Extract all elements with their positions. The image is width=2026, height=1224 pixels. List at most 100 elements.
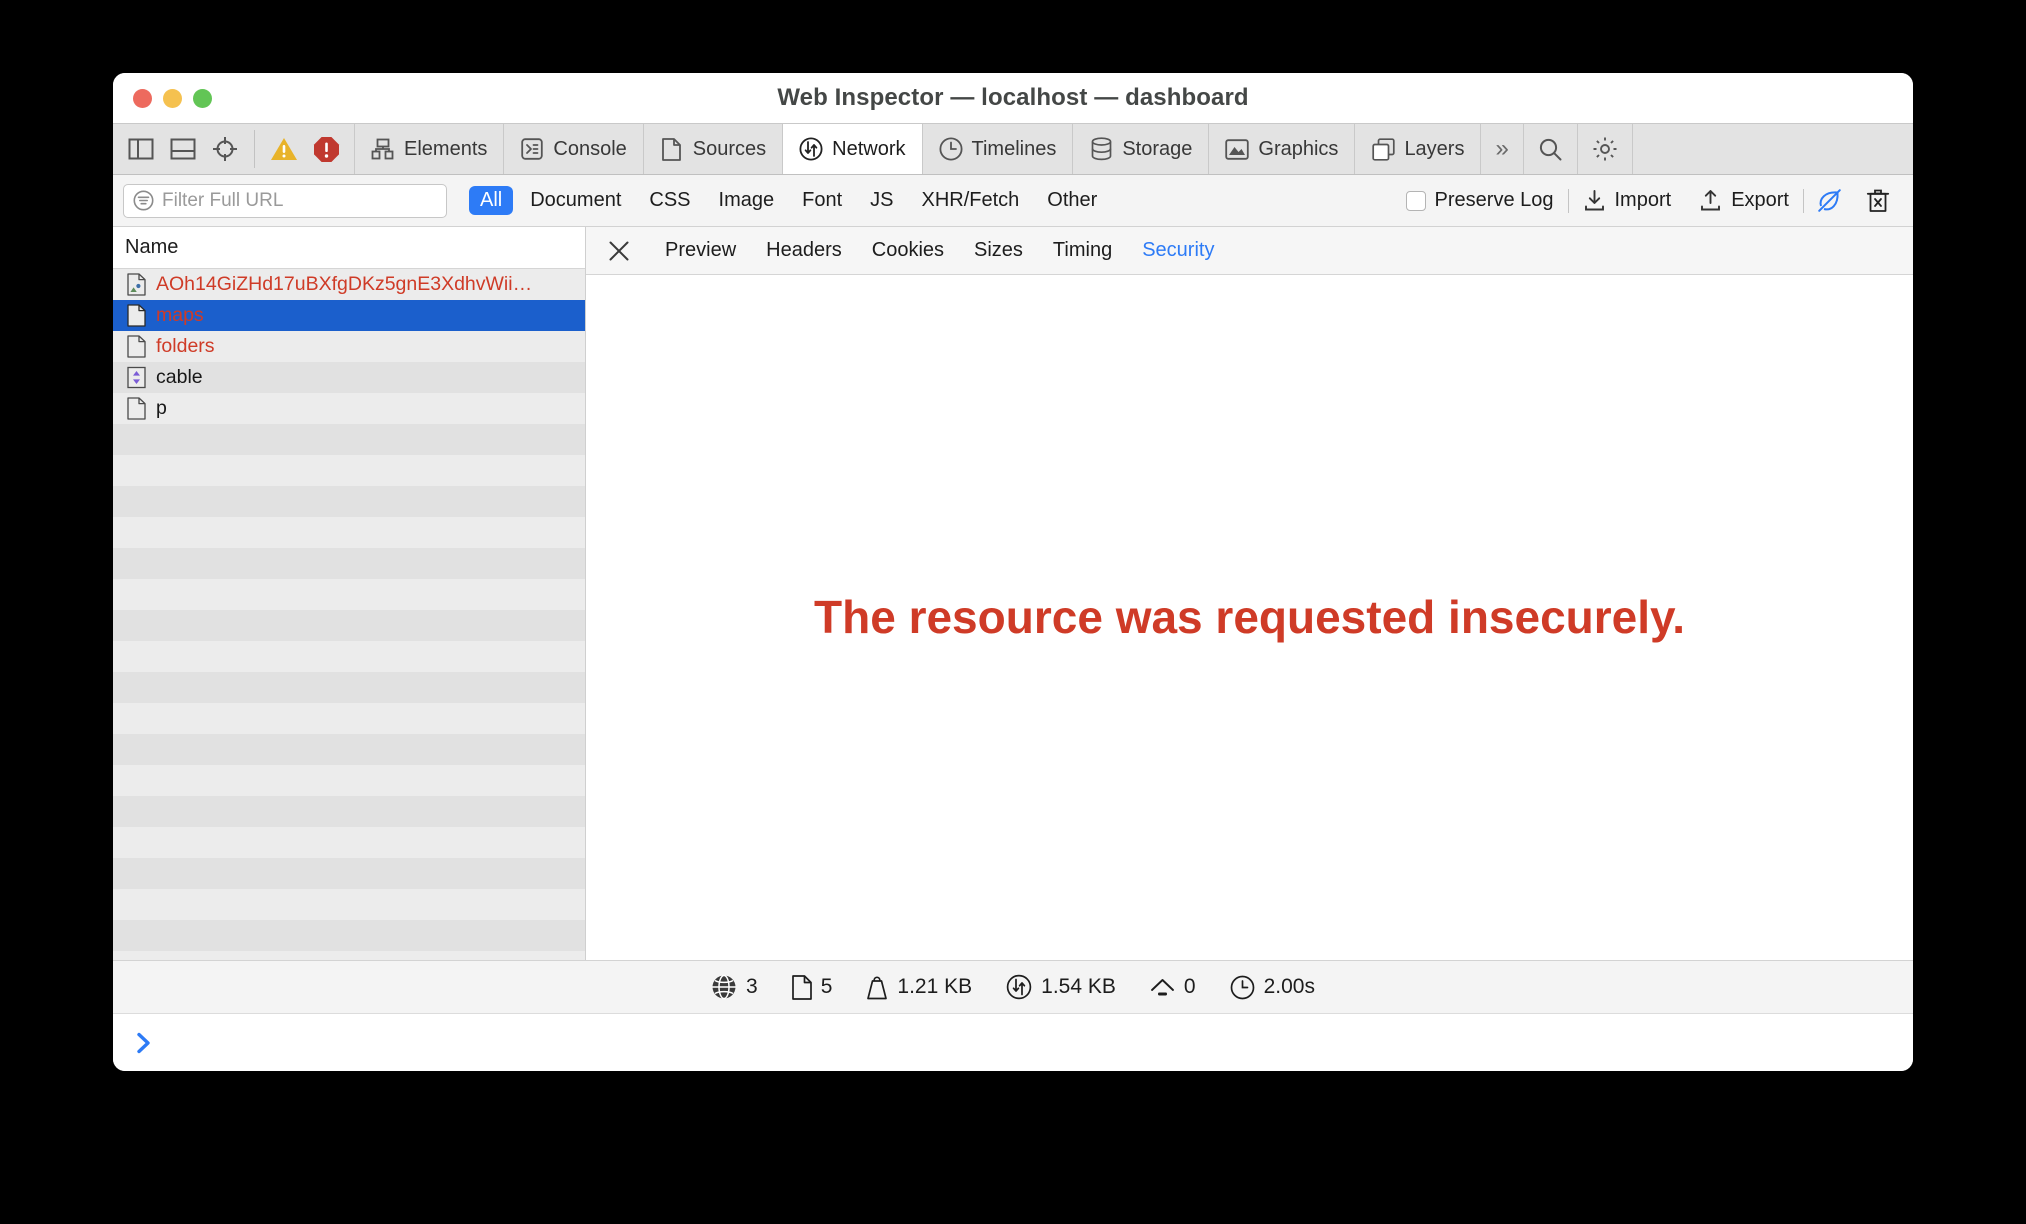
empty-row [113, 455, 585, 486]
detail-tab-preview[interactable]: Preview [650, 239, 751, 262]
empty-row [113, 610, 585, 641]
empty-row [113, 920, 585, 951]
toggle-sidebar-bottom-icon[interactable] [164, 130, 202, 168]
type-filter-js[interactable]: JS [859, 186, 904, 215]
export-upload-icon [1699, 189, 1722, 212]
detail-tab-cookies[interactable]: Cookies [857, 239, 959, 262]
empty-row [113, 641, 585, 672]
resource-rows[interactable]: AOh14GiZHd17uBXfgDKz5gnE3XdhvWii… maps f… [113, 269, 585, 960]
tab-label: Elements [404, 137, 488, 160]
empty-row [113, 703, 585, 734]
detail-tab-timing[interactable]: Timing [1038, 239, 1127, 262]
empty-row [113, 517, 585, 548]
document-icon [126, 335, 146, 359]
export-button[interactable]: Export [1685, 189, 1803, 212]
type-filter-font[interactable]: Font [791, 186, 853, 215]
tab-label: Graphics [1258, 137, 1339, 160]
preserve-log-toggle[interactable]: Preserve Log [1392, 189, 1568, 212]
network-status-bar: 3 5 1.21 KB 1.54 KB 0 2.00s [113, 960, 1913, 1013]
detail-tab-security[interactable]: Security [1127, 239, 1229, 262]
tab-overflow-label: » [1495, 135, 1509, 162]
tab-graphics[interactable]: Graphics [1208, 124, 1354, 174]
security-error-message: The resource was requested insecurely. [814, 590, 1685, 643]
empty-row [113, 486, 585, 517]
window-titlebar: Web Inspector — localhost — dashboard [113, 73, 1913, 123]
toggle-sidebar-left-icon[interactable] [122, 130, 160, 168]
tab-sources[interactable]: Sources [642, 124, 782, 174]
console-prompt-caret [135, 1031, 153, 1055]
resource-name: folders [156, 335, 215, 357]
tab-elements[interactable]: Elements [354, 124, 503, 174]
stat-value: 2.00s [1263, 975, 1315, 998]
tab-timelines[interactable]: Timelines [921, 124, 1073, 174]
resource-name: AOh14GiZHd17uBXfgDKz5gnE3XdhvWii… [156, 273, 533, 295]
toolbar-divider [254, 130, 255, 168]
empty-row [113, 889, 585, 920]
layout-controls-group [113, 124, 354, 174]
table-row[interactable]: AOh14GiZHd17uBXfgDKz5gnE3XdhvWii… [113, 269, 585, 300]
table-row[interactable]: folders [113, 331, 585, 362]
type-filter-xhr[interactable]: XHR/Fetch [910, 186, 1030, 215]
tab-console[interactable]: Console [503, 124, 642, 174]
tab-layers[interactable]: Layers [1354, 124, 1480, 174]
gear-icon[interactable] [1576, 124, 1632, 174]
table-row[interactable]: cable [113, 362, 585, 393]
type-filter-image[interactable]: Image [708, 186, 786, 215]
empty-row [113, 734, 585, 765]
resource-name: p [156, 397, 167, 419]
tab-overflow-button[interactable]: » [1480, 124, 1522, 174]
tab-label: Network [832, 137, 906, 160]
clear-network-items-icon[interactable] [1855, 188, 1901, 214]
search-icon[interactable] [1522, 124, 1577, 174]
globe-icon [711, 974, 737, 1000]
table-row[interactable]: maps [113, 300, 585, 331]
close-icon[interactable] [602, 234, 636, 268]
filter-bar-actions: Preserve Log Import Export [1392, 187, 1901, 214]
empty-row [113, 858, 585, 889]
filter-icon [133, 190, 154, 211]
console-icon [520, 137, 544, 161]
resource-type-filters: All Document CSS Image Font JS XHR/Fetch… [469, 186, 1108, 215]
console-prompt-bar[interactable] [113, 1013, 1913, 1071]
type-filter-document[interactable]: Document [519, 186, 632, 215]
detail-tab-headers[interactable]: Headers [751, 239, 857, 262]
filter-input-container[interactable] [123, 183, 447, 218]
empty-row [113, 424, 585, 455]
table-row[interactable]: p [113, 393, 585, 424]
minimize-window-button[interactable] [163, 88, 182, 108]
column-header-name[interactable]: Name [113, 227, 585, 269]
preserve-log-checkbox[interactable] [1405, 190, 1426, 211]
stat-value: 5 [820, 975, 833, 998]
empty-row [113, 672, 585, 703]
inspector-tabbar: Elements Console Sources Network Timelin… [113, 123, 1913, 175]
tab-storage[interactable]: Storage [1072, 124, 1208, 174]
tabbar-spacer [1631, 124, 1913, 174]
element-selector-icon[interactable] [206, 130, 244, 168]
import-button[interactable]: Import [1569, 189, 1686, 212]
type-filter-all[interactable]: All [469, 186, 514, 215]
export-label: Export [1731, 189, 1789, 211]
resource-detail-pane: Preview Headers Cookies Sizes Timing Sec… [586, 227, 1913, 960]
elements-icon [371, 137, 395, 161]
close-window-button[interactable] [133, 88, 152, 108]
storage-icon [1089, 137, 1113, 161]
stat-resources: 5 [791, 974, 833, 1000]
traffic-light-group [133, 88, 212, 108]
stat-value: 0 [1183, 975, 1196, 998]
stat-redirects: 0 [1150, 975, 1196, 999]
tab-network[interactable]: Network [782, 124, 922, 174]
detail-tab-sizes[interactable]: Sizes [959, 239, 1038, 262]
error-octagon-icon[interactable] [307, 130, 345, 168]
stat-value: 1.21 KB [897, 975, 973, 998]
type-filter-css[interactable]: CSS [638, 186, 701, 215]
zoom-window-button[interactable] [193, 88, 212, 108]
warning-triangle-icon[interactable] [265, 130, 303, 168]
stat-resource-size: 1.21 KB [866, 975, 972, 1000]
stat-value: 3 [746, 975, 758, 998]
disable-resource-cache-icon[interactable] [1804, 187, 1855, 214]
stat-load-time: 2.00s [1230, 975, 1315, 1000]
type-filter-other[interactable]: Other [1036, 186, 1108, 215]
empty-row [113, 796, 585, 827]
search-input[interactable] [162, 189, 437, 212]
document-icon [126, 304, 146, 328]
